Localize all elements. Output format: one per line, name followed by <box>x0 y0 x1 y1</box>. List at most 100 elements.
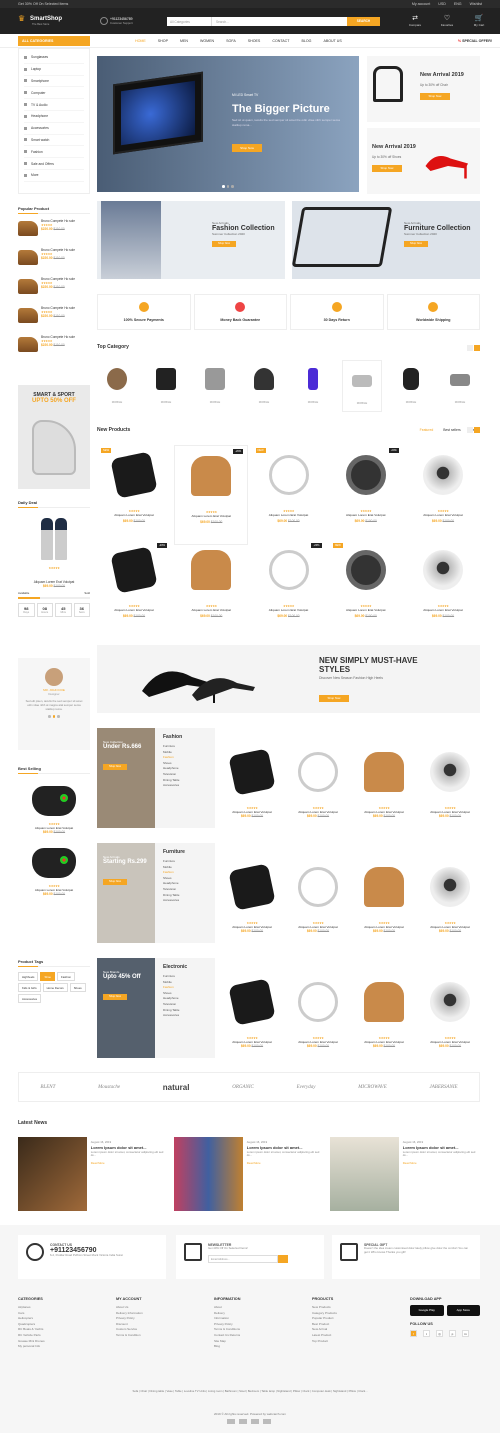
brand-logo[interactable]: natural <box>163 1083 190 1092</box>
nav-sofa[interactable]: SOFA <box>226 39 236 43</box>
slider-dots[interactable] <box>222 185 234 188</box>
category-item[interactable]: Smart watch <box>24 135 84 147</box>
category-tile[interactable]: MOBILE <box>391 360 431 412</box>
newsletter-email-input[interactable]: Email Address... <box>208 1254 278 1263</box>
nav-home[interactable]: HOME <box>135 39 146 43</box>
product-card[interactable]: ★★★★★ Aliquam Lorem Erat Volutpat $69.00 $… <box>420 857 480 937</box>
banner-button[interactable]: Shop Now <box>372 165 402 172</box>
logo[interactable]: ♛ SmartShop The Best Store <box>18 15 62 27</box>
heels-banner[interactable]: NEW SIMPLY MUST-HAVE STYLES Discover New… <box>97 645 480 713</box>
tag[interactable]: Kids & Girls <box>18 983 41 992</box>
product-card[interactable]: -20% ★★★★★ Aliquam Lorem Erat Volutpat $69.… <box>174 445 249 545</box>
news-card[interactable]: August 16, 2019 Lorem Ipsum dolor sit ame… <box>174 1137 324 1211</box>
category-item[interactable]: TV & Audio <box>24 99 84 111</box>
collection-button[interactable]: Shop Now <box>404 241 428 247</box>
all-categories-button[interactable]: ALL CATEGORIES <box>18 36 90 46</box>
special-offer-link[interactable]: % SPECIAL OFFER! <box>458 39 492 43</box>
collection-button[interactable]: Shop Now <box>212 241 236 247</box>
currency-select[interactable]: USD <box>438 2 446 6</box>
twitter-icon[interactable]: t <box>423 1330 430 1337</box>
hero-shop-button[interactable]: Shop Now <box>232 144 262 152</box>
facebook-icon[interactable]: f <box>410 1330 417 1337</box>
list-item[interactable]: Bruno Compete Ho sole ★★★★★ $220.00 $110.0… <box>18 219 90 243</box>
product-card[interactable]: ★★★★★ Aliquam Lorem Erat Volutpat $69.00 $… <box>354 972 414 1052</box>
nav-shop[interactable]: SHOP <box>158 39 168 43</box>
nav-about[interactable]: ABOUT US <box>323 39 341 43</box>
hero-slider[interactable]: Mi LED Smart TV The Bigger Picture Sed s… <box>97 56 359 192</box>
list-item[interactable]: Bruno Compete Ho sole ★★★★★ $220.00 $110.0… <box>18 335 90 359</box>
category-tile[interactable]: MOBILE <box>244 360 284 412</box>
promo-banner[interactable]: New Brands Upto 45% Off Shop Now <box>97 958 155 1058</box>
category-item[interactable]: Sale and Offers <box>24 158 84 170</box>
tab-best-sellers[interactable]: Best sellers <box>443 428 461 432</box>
product-card[interactable]: ★★★★★ Aliquam Lorem Erat Volutpat $69.00 $… <box>174 540 248 640</box>
brand-logo[interactable]: BLENT <box>40 1085 55 1090</box>
linkedin-icon[interactable]: in <box>462 1330 469 1337</box>
product-card[interactable]: -20% ★★★★★ Aliquam Lorem Erat Volutpat $69.… <box>252 540 326 640</box>
category-item[interactable]: Sunglasses <box>24 52 84 64</box>
my-account-link[interactable]: My account <box>412 2 430 6</box>
product-card[interactable]: ★★★★★ Aliquam Lorem Erat Volutpat $69.00 $… <box>222 742 282 822</box>
brand-logo[interactable]: Everyday <box>297 1085 316 1090</box>
category-item[interactable]: More <box>24 170 84 182</box>
nav-women[interactable]: WOMEN <box>200 39 214 43</box>
brand-logo[interactable]: ORGANIC <box>232 1085 254 1090</box>
nav-men[interactable]: MEN <box>180 39 188 43</box>
news-card[interactable]: August 16, 2019 Lorem Ipsum dolor sit ame… <box>18 1137 168 1211</box>
search-input[interactable]: Search... <box>212 17 347 26</box>
nav-contact[interactable]: CONTACT <box>272 39 289 43</box>
smart-sport-banner[interactable]: SMART & SPORT UPTO 50% OFF <box>18 385 90 489</box>
category-tile[interactable]: MOBILE <box>293 360 333 412</box>
language-select[interactable]: ENG <box>454 2 462 6</box>
product-card[interactable]: ★★★★★ Aliquam Lorem Erat Volutpat $69.00 $… <box>406 445 480 545</box>
fashion-collection-banner[interactable]: New Arrivals Fashion Collection Summer C… <box>97 201 285 279</box>
product-card[interactable]: -20% ★★★★★ Aliquam Lorem Erat Volutpat $69.… <box>97 540 171 640</box>
product-card[interactable]: ★★★★★ Aliquam Lorem Erat Volutpat $69.00 $… <box>420 972 480 1052</box>
furniture-collection-banner[interactable]: New Arrivals Furniture Collection Summer… <box>292 201 480 279</box>
category-tile[interactable]: MOBILE <box>195 360 235 412</box>
category-item[interactable]: Fashion <box>24 146 84 159</box>
product-card[interactable]: ★★★★★ Aliquam Lorem Erat Volutpat $69.00 $… <box>420 742 480 822</box>
tag[interactable]: Accessories <box>18 994 42 1003</box>
brand-logo[interactable]: JABERSANIE <box>430 1085 458 1090</box>
tag[interactable]: Home Decors <box>42 983 68 992</box>
product-card[interactable]: ★★★★★ Aliquam Lorem Erat Volutpat $69.00 $… <box>406 540 480 640</box>
product-card[interactable]: ★★★★★ Aliquam Lorem Erat Volutpat $69.00 $… <box>288 972 348 1052</box>
list-item[interactable]: Accessories <box>163 898 207 904</box>
pinterest-icon[interactable]: p <box>449 1330 456 1337</box>
search-button[interactable]: SEARCH <box>347 17 380 26</box>
list-item[interactable]: Accessories <box>163 1013 207 1019</box>
product-card[interactable]: ★★★★★ Aliquam Lorem Erat Volutpat $69.00 $… <box>354 857 414 937</box>
category-tile[interactable]: MOBILE <box>440 360 480 412</box>
footer-link[interactable]: Blog <box>214 1344 312 1350</box>
cart-button[interactable]: 🛒 My Cart <box>468 15 490 27</box>
category-item[interactable]: Smartphone <box>24 76 84 88</box>
instagram-icon[interactable]: ◎ <box>436 1330 443 1337</box>
brand-logo[interactable]: MICROWAVE <box>358 1085 387 1090</box>
list-item[interactable]: Bruno Compete Ho sole ★★★★★ $220.00 $110.0… <box>18 248 90 272</box>
product-card[interactable]: NEW ★★★★★ Aliquam Lorem Erat Volutpat $69.0… <box>329 540 403 640</box>
favorites-button[interactable]: ♡ Favorites <box>436 15 458 27</box>
category-item[interactable]: Headphone <box>24 111 84 123</box>
banner-button[interactable]: Shop Now <box>319 695 349 702</box>
promo-banner[interactable]: New Arrivals Starting Rs.299 Shop Now <box>97 843 155 943</box>
category-tile[interactable]: MOBILE <box>97 360 137 412</box>
list-item[interactable]: Accessories <box>163 783 207 789</box>
compare-button[interactable]: ⇄ Compare <box>404 15 426 27</box>
search-category-select[interactable]: All Categories <box>167 17 212 26</box>
category-item[interactable]: Computer <box>24 87 84 100</box>
tag[interactable]: Shoes <box>69 983 86 992</box>
product-card[interactable]: ★★★★★ Aliquam Lorem Erat Volutpat $69.00 $… <box>354 742 414 822</box>
footer-link[interactable]: Top Product <box>312 1339 410 1345</box>
new-products-arrows[interactable] <box>467 427 480 433</box>
product-card[interactable]: NEW ★★★★★ Aliquam Lorem Erat Volutpat $69.0… <box>252 445 326 545</box>
footer-link[interactable]: My personal Info <box>18 1344 116 1350</box>
app-store-button[interactable]: App Store <box>446 1305 480 1316</box>
send-button[interactable] <box>278 1254 288 1263</box>
nav-shoes[interactable]: SHOES <box>248 39 261 43</box>
wishlist-link[interactable]: Wishlist <box>470 2 482 6</box>
side-banner-shoes[interactable]: New Arrival 2019 Up to 30% off Shoes Sho… <box>367 128 480 194</box>
tab-featured[interactable]: Featured <box>420 428 434 432</box>
side-banner-chair[interactable]: New Arrival 2019 Up to 30% off Chair Sho… <box>367 56 480 122</box>
category-tile[interactable]: MOBILE <box>146 360 186 412</box>
